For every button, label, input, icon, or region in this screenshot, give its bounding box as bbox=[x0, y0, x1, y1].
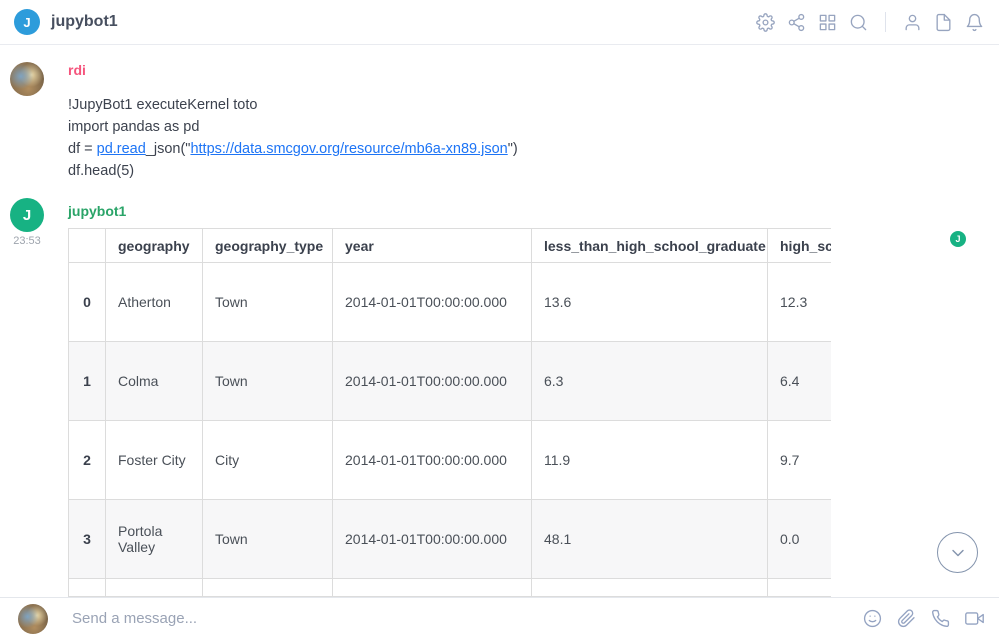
cell-high-school bbox=[768, 579, 832, 597]
column-header-geography-type: geography_type bbox=[203, 229, 333, 263]
jump-to-bottom-button[interactable] bbox=[937, 532, 978, 573]
cell-index bbox=[69, 579, 106, 597]
table-header-row: geography geography_type year less_than_… bbox=[69, 229, 832, 263]
message-composer bbox=[0, 597, 999, 639]
code-text: ") bbox=[508, 141, 518, 157]
channel-header: J jupybot1 bbox=[0, 0, 999, 45]
message-line: import pandas as pd bbox=[68, 116, 518, 138]
video-call-camera-icon[interactable] bbox=[964, 608, 985, 629]
cell-geography: Colma bbox=[106, 342, 203, 421]
message-timestamp: 23:53 bbox=[8, 235, 46, 247]
username-jupybot1[interactable]: jupybot1 bbox=[68, 203, 126, 219]
cell-geography-type bbox=[203, 579, 333, 597]
cell-geography-type: Town bbox=[203, 500, 333, 579]
cell-geography-type: City bbox=[203, 421, 333, 500]
cell-year: 2014-01-01T00:00:00.000 bbox=[333, 500, 532, 579]
cell-less-than-hs: 11.9 bbox=[532, 421, 768, 500]
search-icon[interactable] bbox=[848, 12, 869, 33]
cell-geography-type: Town bbox=[203, 263, 333, 342]
attachment-paperclip-icon[interactable] bbox=[896, 608, 917, 629]
column-header-index bbox=[69, 229, 106, 263]
bot-avatar-jupybot1[interactable]: J bbox=[10, 198, 44, 232]
user-avatar-rdi[interactable] bbox=[10, 62, 44, 96]
header-actions bbox=[755, 12, 985, 33]
column-header-geography: geography bbox=[106, 229, 203, 263]
cell-geography: Portola Valley bbox=[106, 500, 203, 579]
link-data-url[interactable]: https://data.smcgov.org/resource/mb6a-xn… bbox=[190, 141, 507, 157]
message-rdi-body: !JupyBot1 executeKernel toto import pand… bbox=[68, 94, 518, 182]
cell-year bbox=[333, 579, 532, 597]
cell-index: 3 bbox=[69, 500, 106, 579]
current-user-avatar bbox=[18, 604, 48, 634]
members-user-icon[interactable] bbox=[902, 12, 923, 33]
username-rdi[interactable]: rdi bbox=[68, 62, 86, 78]
channel-avatar[interactable]: J bbox=[14, 9, 40, 35]
table-row: 0 Atherton Town 2014-01-01T00:00:00.000 … bbox=[69, 263, 832, 342]
table-row: 3 Portola Valley Town 2014-01-01T00:00:0… bbox=[69, 500, 832, 579]
cell-year: 2014-01-01T00:00:00.000 bbox=[333, 342, 532, 421]
share-icon[interactable] bbox=[786, 12, 807, 33]
settings-gear-icon[interactable] bbox=[755, 12, 776, 33]
files-document-icon[interactable] bbox=[933, 12, 954, 33]
channel-title: jupybot1 bbox=[51, 13, 118, 31]
cell-high-school: 0.0 bbox=[768, 500, 832, 579]
message-input[interactable] bbox=[72, 610, 862, 627]
dataframe-table: geography geography_type year less_than_… bbox=[68, 228, 831, 597]
code-text: _json(" bbox=[146, 141, 191, 157]
cell-less-than-hs: 13.6 bbox=[532, 263, 768, 342]
message-line: df.head(5) bbox=[68, 160, 518, 182]
column-header-less-than-hs: less_than_high_school_graduate bbox=[532, 229, 768, 263]
message-line: df = pd.read_json("https://data.smcgov.o… bbox=[68, 138, 518, 160]
message-list: rdi !JupyBot1 executeKernel toto import … bbox=[0, 45, 999, 597]
cell-index: 2 bbox=[69, 421, 106, 500]
cell-geography bbox=[106, 579, 203, 597]
cell-less-than-hs: 6.3 bbox=[532, 342, 768, 421]
chat-app-window: J jupybot1 bbox=[0, 0, 999, 639]
code-text: df = bbox=[68, 141, 97, 157]
cell-less-than-hs: 48.1 bbox=[532, 500, 768, 579]
cell-geography: Atherton bbox=[106, 263, 203, 342]
cell-year: 2014-01-01T00:00:00.000 bbox=[333, 263, 532, 342]
column-header-year: year bbox=[333, 229, 532, 263]
cell-index: 1 bbox=[69, 342, 106, 421]
cell-geography-type: Town bbox=[203, 342, 333, 421]
cell-high-school: 6.4 bbox=[768, 342, 832, 421]
composer-actions bbox=[862, 608, 985, 629]
notifications-bell-icon[interactable] bbox=[964, 12, 985, 33]
chevron-down-icon bbox=[948, 543, 968, 563]
table-row-partial bbox=[69, 579, 832, 597]
audio-call-phone-icon[interactable] bbox=[930, 608, 951, 629]
cell-less-than-hs bbox=[532, 579, 768, 597]
link-pd-read[interactable]: pd.read bbox=[97, 141, 146, 157]
header-divider bbox=[885, 12, 886, 32]
cell-year: 2014-01-01T00:00:00.000 bbox=[333, 421, 532, 500]
cell-geography: Foster City bbox=[106, 421, 203, 500]
apps-grid-icon[interactable] bbox=[817, 12, 838, 33]
message-line: !JupyBot1 executeKernel toto bbox=[68, 94, 518, 116]
cell-index: 0 bbox=[69, 263, 106, 342]
table-row: 2 Foster City City 2014-01-01T00:00:00.0… bbox=[69, 421, 832, 500]
cell-high-school: 9.7 bbox=[768, 421, 832, 500]
column-header-high-school: high_school_graduate bbox=[768, 229, 832, 263]
unread-jump-badge[interactable]: J bbox=[950, 231, 966, 247]
cell-high-school: 12.3 bbox=[768, 263, 832, 342]
table-row: 1 Colma Town 2014-01-01T00:00:00.000 6.3… bbox=[69, 342, 832, 421]
dataframe-table-container[interactable]: geography geography_type year less_than_… bbox=[68, 228, 831, 597]
emoji-smiley-icon[interactable] bbox=[862, 608, 883, 629]
